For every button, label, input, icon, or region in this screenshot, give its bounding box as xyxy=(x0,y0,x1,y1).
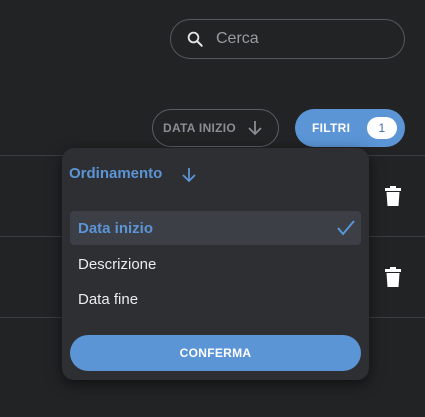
sort-option-descrizione[interactable]: Descrizione xyxy=(70,247,361,281)
check-icon xyxy=(337,220,355,236)
sort-option-label: Descrizione xyxy=(78,255,157,273)
sort-option-label: Data inizio xyxy=(78,219,154,237)
trash-icon[interactable] xyxy=(385,267,401,287)
trash-icon[interactable] xyxy=(385,186,401,206)
sort-button[interactable]: DATA INIZIO xyxy=(152,109,279,147)
search-input[interactable] xyxy=(216,30,376,48)
sort-option-label: Data fine xyxy=(78,290,139,308)
search-icon xyxy=(186,30,204,48)
filter-count-badge: 1 xyxy=(367,117,397,139)
sort-option-data-inizio[interactable]: Data inizio xyxy=(70,211,361,245)
sort-popup: Ordinamento Data inizio Descrizione Data… xyxy=(62,148,369,380)
sort-button-label: DATA INIZIO xyxy=(163,121,237,135)
sort-popup-title: Ordinamento xyxy=(69,165,163,182)
sort-option-data-fine[interactable]: Data fine xyxy=(70,282,361,316)
arrow-down-icon xyxy=(246,119,264,137)
filters-button[interactable]: FILTRI 1 xyxy=(295,109,405,147)
arrow-down-icon[interactable] xyxy=(180,166,198,184)
confirm-button[interactable]: CONFERMA xyxy=(70,335,361,371)
filters-button-label: FILTRI xyxy=(312,121,351,135)
search-field[interactable] xyxy=(170,19,405,59)
